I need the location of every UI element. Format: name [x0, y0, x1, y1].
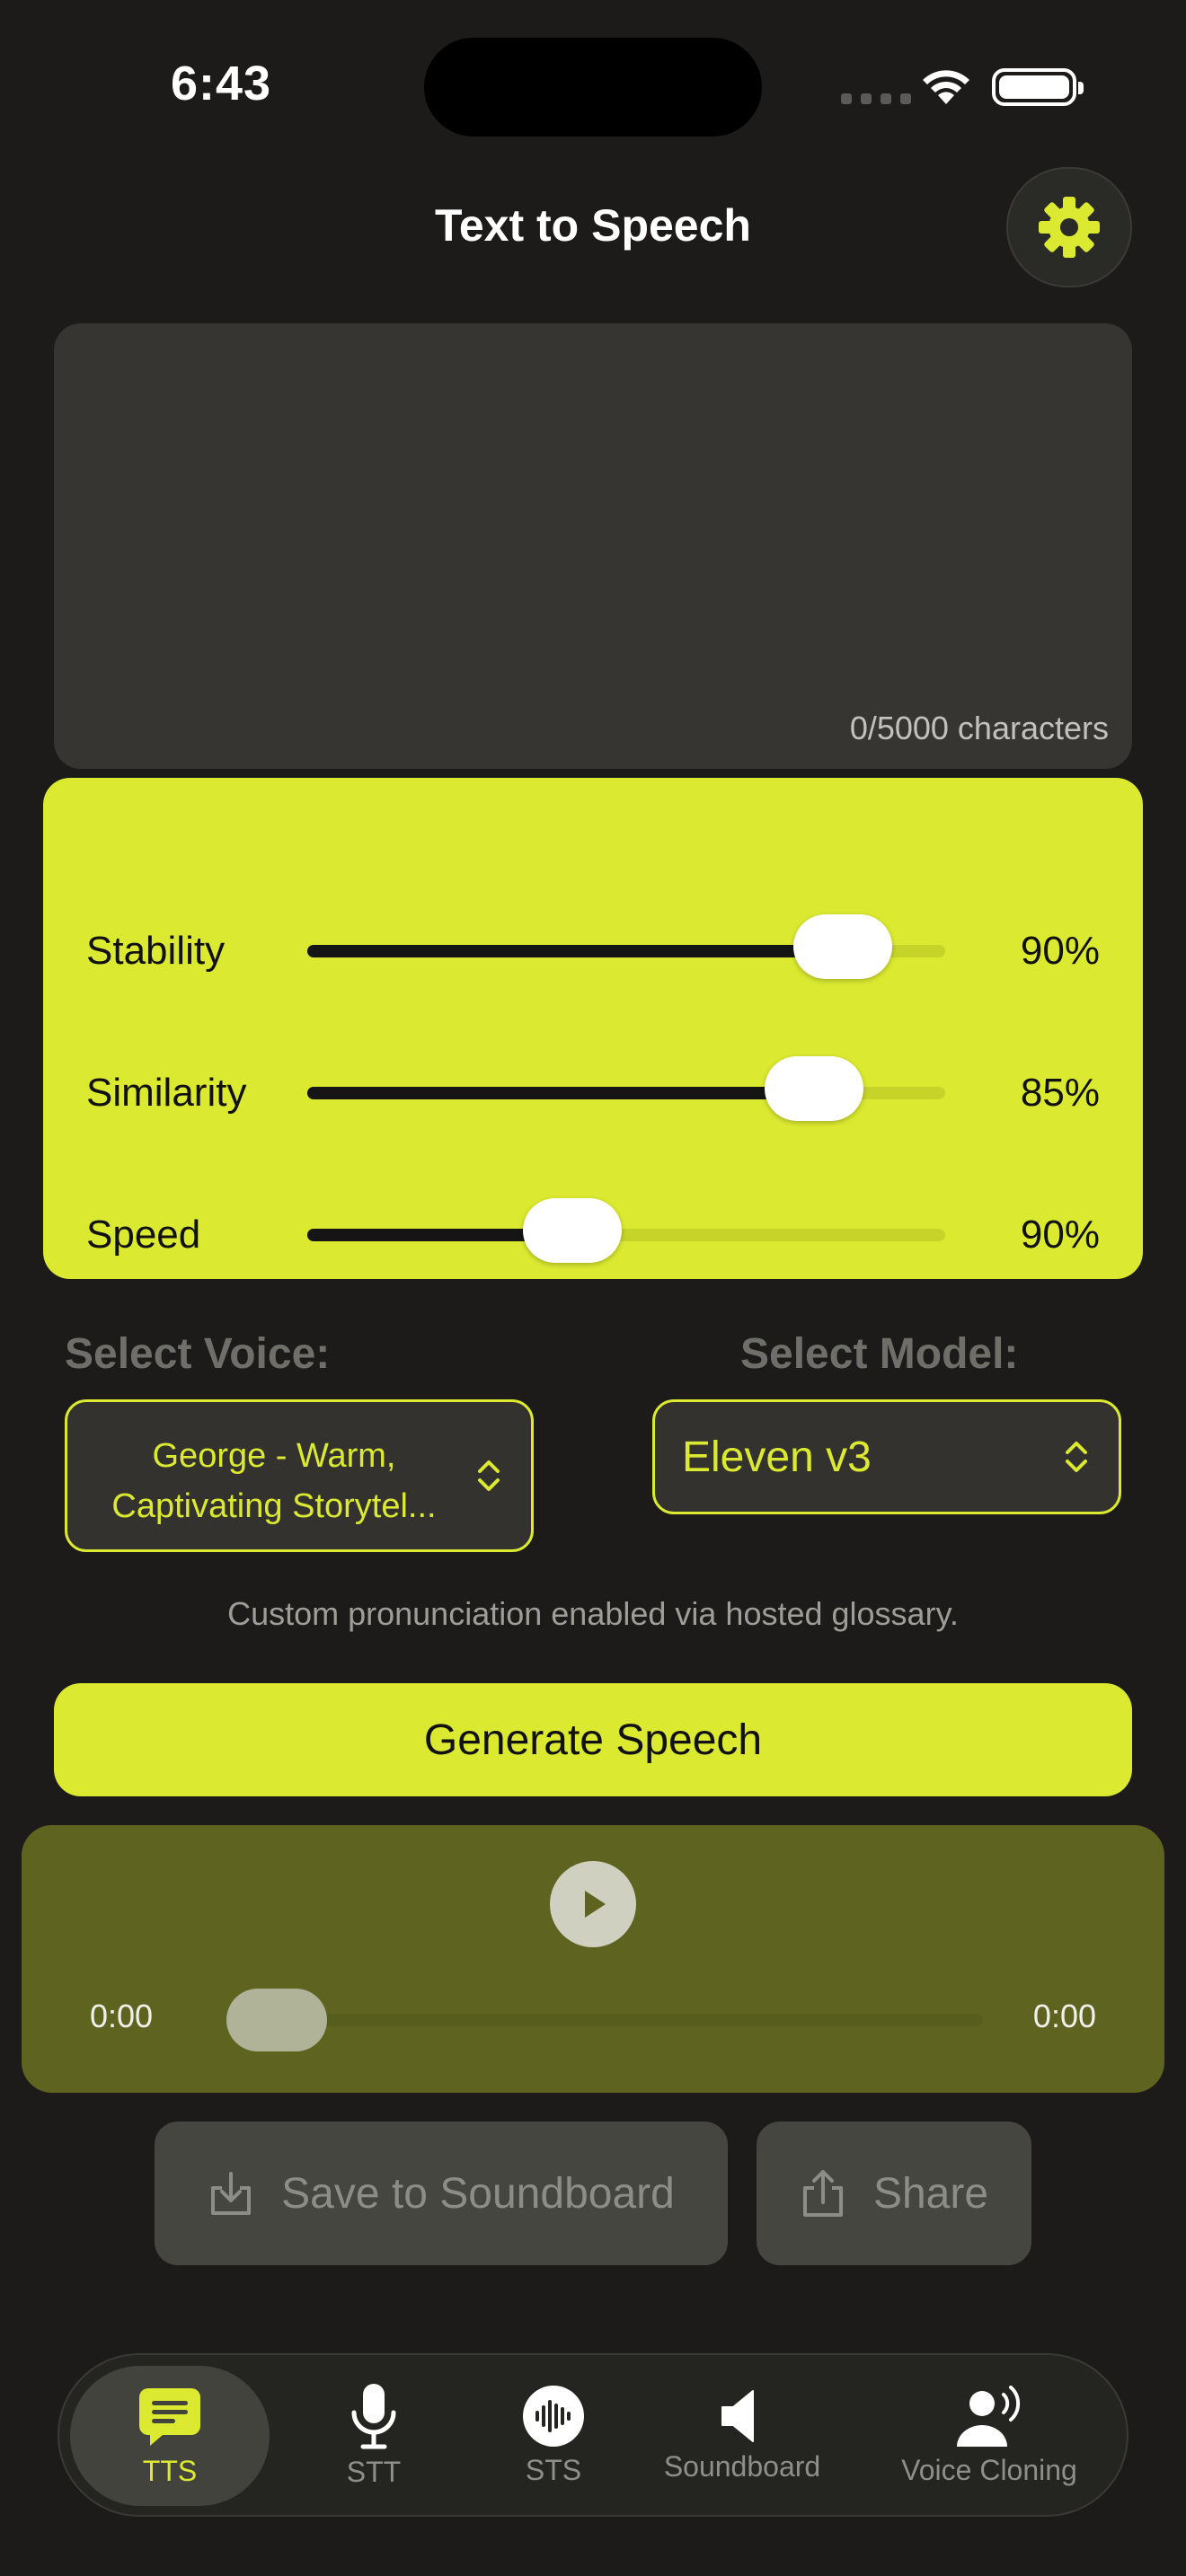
- cellular-signal-icon: [841, 93, 911, 104]
- stability-slider-row: Stability 90%: [43, 914, 1143, 986]
- chevron-up-down-icon: [478, 1460, 500, 1491]
- status-time: 6:43: [171, 57, 272, 110]
- waveform-icon: [523, 2385, 584, 2447]
- play-icon: [585, 1891, 606, 1918]
- audio-player: 0:00 0:00: [22, 1825, 1164, 2093]
- similarity-slider-fill: [307, 1087, 815, 1099]
- voice-name-line1: George - Warm,: [152, 1437, 396, 1475]
- share-icon: [802, 2170, 843, 2217]
- similarity-value: 85%: [1020, 1071, 1100, 1115]
- voice-picker-value: George - Warm, Captivating Storytel...: [85, 1431, 463, 1531]
- similarity-slider[interactable]: [307, 1056, 945, 1121]
- voice-name-line2: Captivating Storytel...: [111, 1487, 437, 1525]
- share-label: Share: [872, 2169, 989, 2218]
- microphone-icon: [351, 2383, 396, 2448]
- tab-sts[interactable]: STS: [482, 2355, 625, 2515]
- speaker-icon: [721, 2389, 754, 2442]
- tab-soundboard-label: Soundboard: [663, 2449, 821, 2483]
- play-button[interactable]: [550, 1861, 636, 1947]
- gear-icon: [1039, 197, 1100, 258]
- model-picker[interactable]: Eleven v3: [652, 1399, 1121, 1514]
- save-to-soundboard-button[interactable]: Save to Soundboard: [155, 2122, 728, 2265]
- similarity-slider-thumb[interactable]: [765, 1056, 864, 1121]
- chevron-up-down-icon: [1066, 1442, 1087, 1472]
- voice-settings-panel: Stability 90% Similarity 85% Speed 90%: [43, 778, 1143, 1279]
- stability-value: 90%: [1020, 929, 1100, 973]
- tab-voice-cloning-label: Voice Cloning: [901, 2453, 1077, 2486]
- glossary-note: Custom pronunciation enabled via hosted …: [227, 1595, 959, 1632]
- stability-slider-thumb[interactable]: [793, 914, 893, 979]
- speed-slider[interactable]: [307, 1198, 945, 1263]
- speed-slider-thumb[interactable]: [522, 1198, 622, 1263]
- duration-time: 0:00: [1032, 1998, 1096, 2034]
- tab-stt-label: STT: [346, 2455, 402, 2488]
- similarity-slider-row: Similarity 85%: [43, 1056, 1143, 1128]
- speed-slider-row: Speed 90%: [43, 1198, 1143, 1270]
- generate-speech-button[interactable]: Generate Speech: [54, 1683, 1132, 1796]
- dynamic-island: [424, 38, 762, 137]
- playback-scrubber[interactable]: [228, 2014, 983, 2026]
- model-picker-value: Eleven v3: [682, 1434, 872, 1481]
- tab-tts[interactable]: TTS: [70, 2366, 270, 2506]
- voice-picker[interactable]: George - Warm, Captivating Storytel...: [65, 1399, 534, 1552]
- tab-sts-label: STS: [525, 2453, 582, 2486]
- speed-value: 90%: [1020, 1213, 1100, 1257]
- stability-slider-fill: [307, 945, 844, 957]
- text-input[interactable]: [54, 323, 1132, 769]
- message-icon: [139, 2387, 200, 2446]
- person-wave-icon: [957, 2385, 1021, 2447]
- tab-stt[interactable]: STT: [302, 2355, 446, 2515]
- stability-slider[interactable]: [307, 914, 945, 979]
- speed-label: Speed: [86, 1213, 201, 1257]
- text-input-area[interactable]: 0/5000 characters: [54, 323, 1132, 769]
- tab-voice-cloning[interactable]: Voice Cloning: [868, 2355, 1111, 2515]
- save-to-soundboard-label: Save to Soundboard: [281, 2169, 675, 2218]
- similarity-label: Similarity: [86, 1071, 247, 1115]
- tab-tts-label: TTS: [142, 2454, 198, 2487]
- tab-bar: TTS STT STS Soundboard Voice Cloning: [58, 2353, 1128, 2517]
- select-voice-label: Select Voice:: [65, 1330, 331, 1378]
- select-model-label: Select Model:: [740, 1330, 1019, 1378]
- playback-scrubber-thumb[interactable]: [226, 1989, 327, 2051]
- tab-soundboard[interactable]: Soundboard: [634, 2355, 850, 2515]
- current-time: 0:00: [90, 1998, 154, 2034]
- settings-button[interactable]: [1006, 167, 1132, 287]
- stability-label: Stability: [86, 929, 226, 973]
- battery-icon: [992, 68, 1084, 106]
- download-tray-icon: [211, 2172, 252, 2215]
- character-count: 0/5000 characters: [849, 710, 1109, 746]
- share-button[interactable]: Share: [757, 2122, 1031, 2265]
- wifi-icon: [918, 65, 974, 110]
